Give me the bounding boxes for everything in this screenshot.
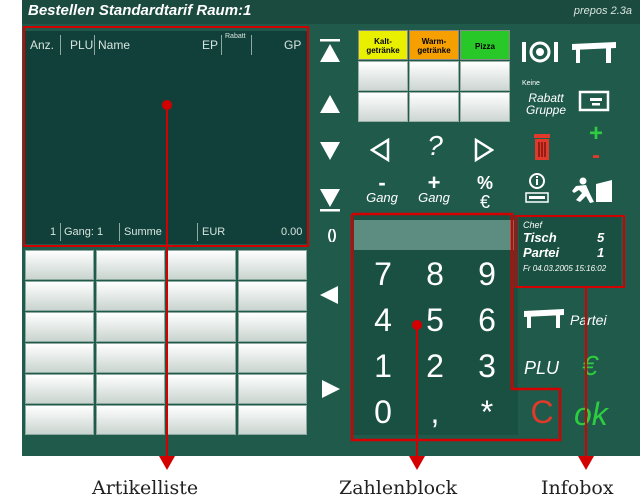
infobox-pointer: [585, 288, 587, 460]
infobox-highlight: [515, 215, 625, 288]
caption-infobox: Infobox: [541, 477, 614, 499]
infobox-arrowhead: [578, 456, 594, 470]
caption-numpad: Zahlenblock: [339, 477, 458, 499]
numpad-arrowhead: [409, 456, 425, 470]
numpad-pointer: [416, 326, 418, 460]
caption-article-list: Artikelliste: [92, 477, 199, 499]
